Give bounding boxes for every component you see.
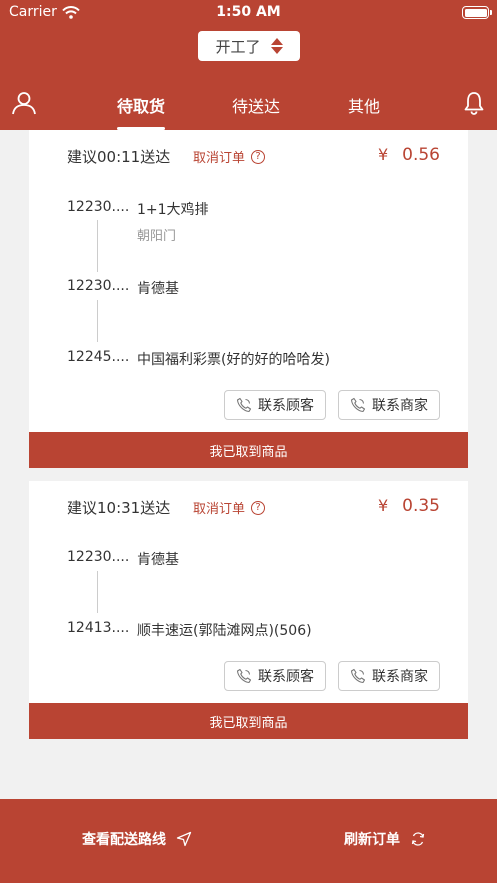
stop-order-number: 12230.... (67, 278, 130, 294)
stop-name: 中国福利彩票(好的好的哈哈发) (137, 352, 330, 368)
stop-name: 1+1大鸡排 (137, 202, 209, 218)
stop-order-number: 12230.... (67, 199, 130, 215)
price-amount: 0.35 (402, 496, 440, 516)
stop-name: 肯德基 (137, 281, 179, 297)
picked-up-button[interactable]: 我已取到商品 (29, 703, 468, 739)
contact-merchant-label: 联系商家 (372, 398, 428, 414)
refresh-orders-button[interactable]: 刷新订单 (344, 829, 426, 849)
view-route-label: 查看配送路线 (82, 832, 166, 848)
stop-order-number: 12245.... (67, 349, 130, 365)
route-stop: 12230.... 肯德基 (67, 549, 179, 568)
route-stop: 12413.... 顺丰速运(郭陆滩网点)(506) (67, 620, 312, 639)
order-header: 建议10:31送达 取消订单 ? ¥ 0.35 (29, 481, 468, 527)
bottom-action-bar: 查看配送路线 刷新订单 (0, 799, 497, 883)
contact-merchant-button[interactable]: 联系商家 (338, 390, 440, 420)
phone-icon (350, 397, 366, 413)
view-route-button[interactable]: 查看配送路线 (82, 829, 192, 849)
currency-symbol: ¥ (377, 496, 389, 515)
tab-other[interactable]: 其他 (324, 93, 404, 117)
sort-arrows-icon (270, 38, 283, 54)
contact-customer-button[interactable]: 联系顾客 (224, 390, 326, 420)
order-card: 建议00:11送达 取消订单 ? ¥ 0.56 12230.... 1+1大鸡排… (29, 130, 468, 468)
contact-customer-button[interactable]: 联系顾客 (224, 661, 326, 691)
currency-symbol: ¥ (377, 145, 389, 164)
navigation-arrow-icon (176, 831, 192, 847)
price-amount: 0.56 (402, 145, 440, 165)
route-connector (97, 571, 98, 613)
route-stop: 12230.... 肯德基 (67, 278, 179, 297)
order-eta: 建议00:11送达 (67, 148, 171, 166)
help-icon[interactable]: ? (251, 500, 266, 515)
order-price: ¥ 0.35 (378, 496, 440, 516)
contact-merchant-label: 联系商家 (372, 669, 428, 685)
battery-icon (462, 6, 492, 19)
work-status-select[interactable]: 开工了 (198, 31, 300, 61)
phone-icon (236, 397, 252, 413)
tab-pending-delivery[interactable]: 待送达 (216, 93, 296, 117)
work-status-label: 开工了 (215, 37, 261, 56)
help-icon[interactable]: ? (251, 149, 266, 164)
route-stop: 12245.... 中国福利彩票(好的好的哈哈发) (67, 349, 330, 368)
stop-order-number: 12413.... (67, 620, 130, 636)
order-card: 建议10:31送达 取消订单 ? ¥ 0.35 12230.... 肯德基 12… (29, 481, 468, 739)
route-stop: 12230.... 1+1大鸡排 (67, 199, 209, 218)
tab-pending-pickup[interactable]: 待取货 (101, 93, 181, 117)
cancel-order-button[interactable]: 取消订单 ? (193, 147, 266, 166)
route-connector (97, 300, 98, 342)
order-header: 建议00:11送达 取消订单 ? ¥ 0.56 (29, 130, 468, 176)
contact-customer-label: 联系顾客 (258, 669, 314, 685)
picked-up-button[interactable]: 我已取到商品 (29, 432, 468, 468)
tab-bar: 待取货 待送达 其他 (0, 93, 497, 130)
cancel-order-button[interactable]: 取消订单 ? (193, 498, 266, 517)
stop-name: 肯德基 (137, 552, 179, 568)
refresh-orders-label: 刷新订单 (344, 832, 400, 848)
order-price: ¥ 0.56 (378, 145, 440, 165)
stop-subtitle: 朝阳门 (137, 229, 177, 244)
contact-customer-label: 联系顾客 (258, 398, 314, 414)
contact-merchant-button[interactable]: 联系商家 (338, 661, 440, 691)
stop-name: 顺丰速运(郭陆滩网点)(506) (137, 623, 312, 639)
cancel-order-label: 取消订单 (193, 151, 246, 166)
refresh-icon (411, 832, 425, 846)
route-connector (97, 220, 98, 272)
phone-icon (350, 668, 366, 684)
stop-order-number: 12230.... (67, 549, 130, 565)
app-header: Carrier 1:50 AM 开工了 待取货 待送达 其他 (0, 0, 497, 130)
clock: 1:50 AM (216, 4, 281, 20)
order-eta: 建议10:31送达 (67, 499, 171, 517)
phone-icon (236, 668, 252, 684)
cancel-order-label: 取消订单 (193, 502, 246, 517)
status-bar: Carrier 1:50 AM (0, 0, 497, 26)
